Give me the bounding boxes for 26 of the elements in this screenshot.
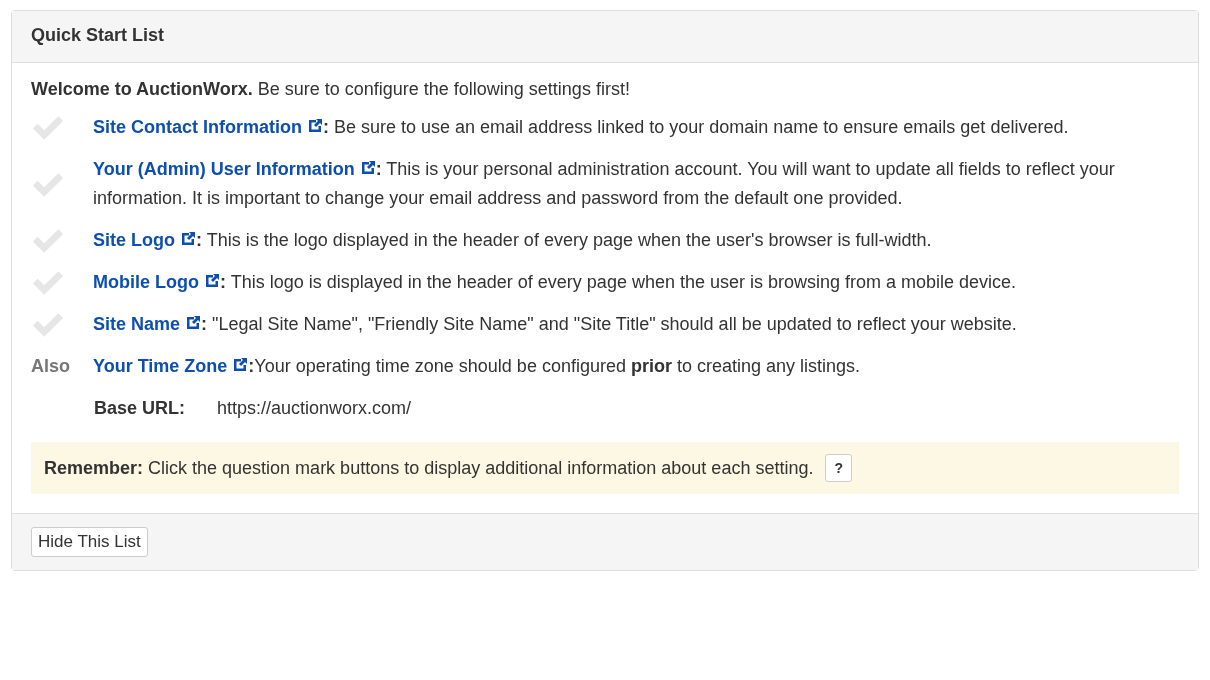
setting-description: Your Time Zone :Your operating time zone should be configured prior to creating any listings. (93, 355, 861, 378)
setting-link[interactable]: Site Contact Information (93, 117, 323, 137)
setting-description: Site Contact Information : Be sure to use an email address linked to your domain name to ensure emails get delivered. (93, 116, 1069, 139)
setting-description: Site Name : "Legal Site Name", "Friendly Site Name" and "Site Title" should all be updated to reflect your website. (93, 313, 1017, 336)
remember-text: Remember: Click the question mark buttons to display additional information about each setting. (44, 457, 814, 479)
external-link-icon (307, 118, 323, 134)
hide-list-button[interactable]: Hide This List (31, 527, 148, 557)
external-link-icon (185, 315, 202, 331)
setting-link[interactable]: Your (Admin) User Information (93, 159, 376, 179)
setting-description: Mobile Logo : This logo is displayed in the header of every page when the user is browsing from a mobile device. (93, 271, 1017, 294)
base-url-value: https://auctionworx.com/ (217, 397, 412, 420)
setting-link[interactable]: Mobile Logo (93, 272, 220, 292)
setting-link[interactable]: Your Time Zone (93, 356, 249, 376)
setting-description: Your (Admin) User Information : This is your personal administration account. You will want to update all fields to reflect your information. It is important to change your email address and password from the default one provided. (93, 158, 1116, 210)
panel-title: Quick Start List (31, 25, 165, 45)
help-button[interactable]: ? (825, 454, 852, 482)
external-link-icon (232, 357, 249, 373)
also-label: Also (31, 355, 70, 378)
setting-link[interactable]: Site Name (93, 314, 202, 334)
intro-text: Welcome to AuctionWorx. Be sure to configure the following settings first! (31, 78, 631, 101)
external-link-icon (180, 231, 196, 247)
external-link-icon (204, 273, 220, 289)
setting-link[interactable]: Site Logo (93, 230, 196, 250)
external-link-icon (359, 160, 376, 176)
base-url-label: Base URL: (94, 397, 187, 420)
setting-description: Site Logo : This is the logo displayed in the header of every page when the user's browser is full-width. (93, 229, 932, 252)
